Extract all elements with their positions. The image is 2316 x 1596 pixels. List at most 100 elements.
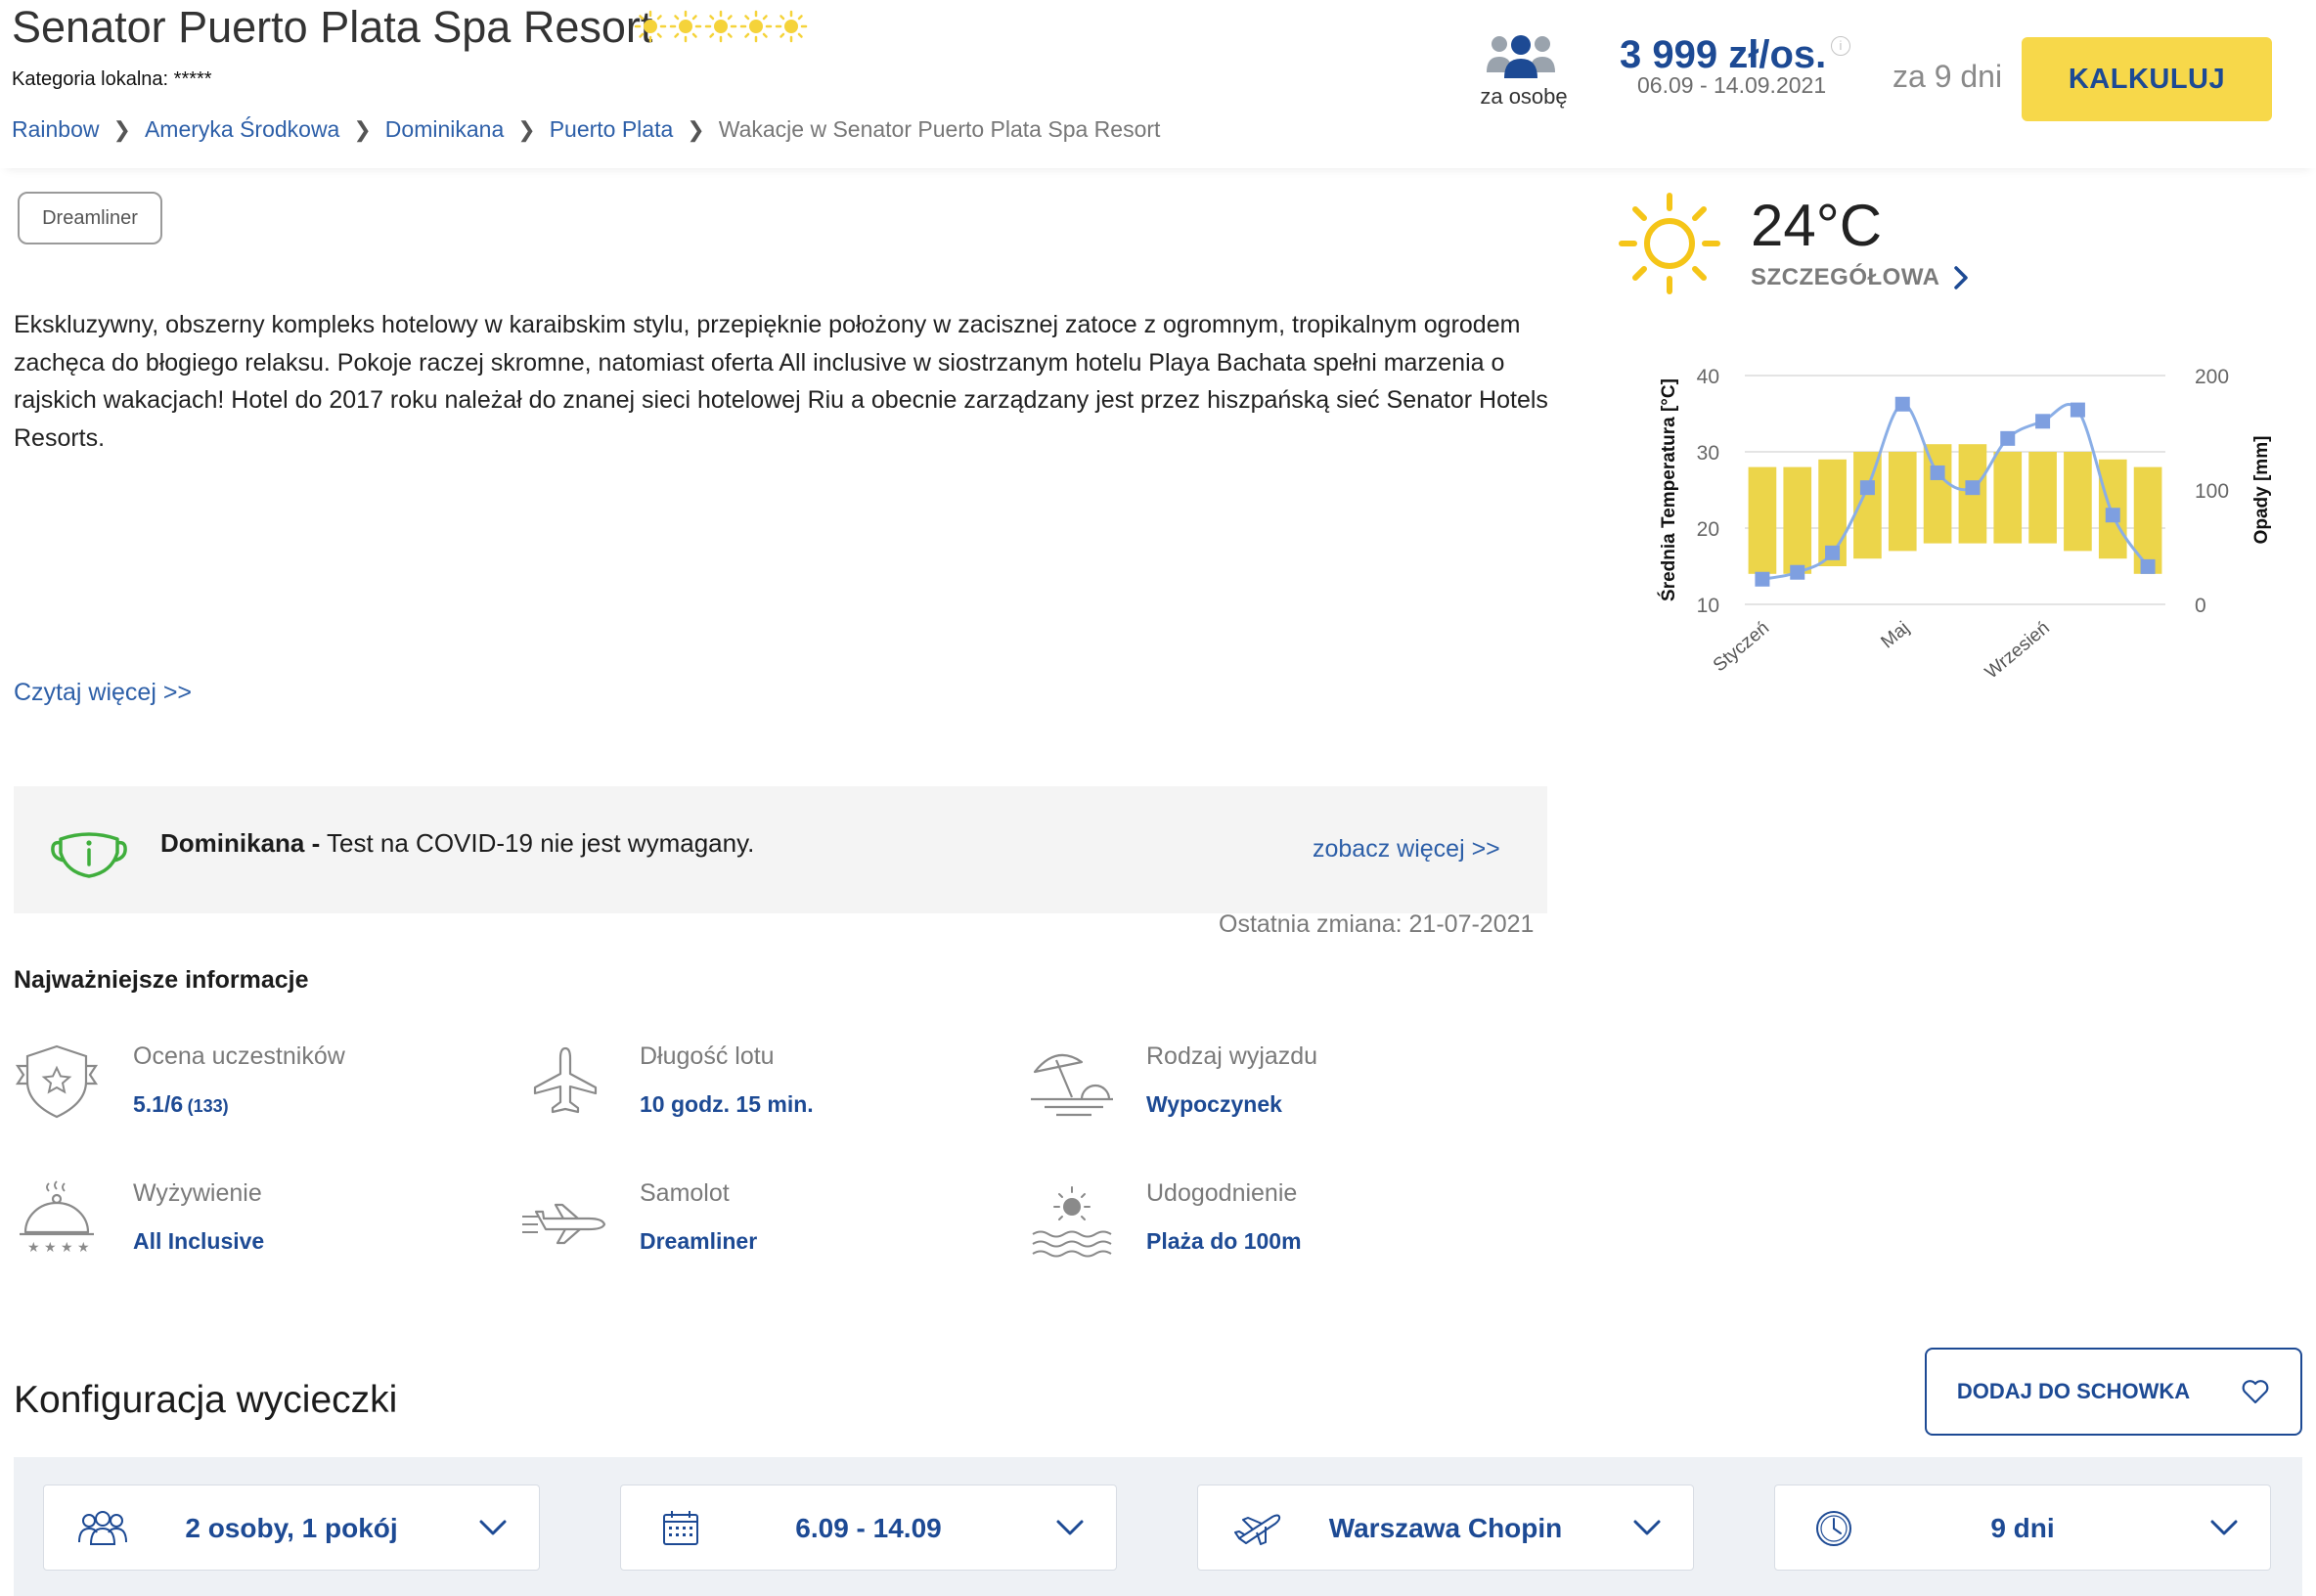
current-temperature: 24°C xyxy=(1751,193,1883,258)
x-tick-label: Wrzesień xyxy=(1982,618,2054,684)
chevron-right-icon: ❯ xyxy=(353,116,372,142)
temperature-bar xyxy=(1993,452,2023,544)
aircraft-label: Samolot xyxy=(640,1179,730,1207)
svg-text:★ ★ ★ ★: ★ ★ ★ ★ xyxy=(27,1240,90,1256)
covid-country: Dominikana - xyxy=(160,828,321,858)
breadcrumb-item[interactable]: Rainbow xyxy=(12,116,100,143)
y-tick-label: 10 xyxy=(1697,595,1719,617)
chevron-down-icon xyxy=(479,1520,507,1535)
dates-value: 6.09 - 14.09 xyxy=(795,1513,942,1543)
chevron-right-icon: ❯ xyxy=(517,116,536,142)
info-trip-type: Rodzaj wyjazdu Wypoczynek xyxy=(1027,1042,1477,1132)
sun-star-icon xyxy=(775,10,808,43)
precipitation-point xyxy=(1859,480,1875,496)
wishlist-label: DODAJ DO SCHOWKA xyxy=(1956,1379,2191,1403)
config-title: Konfiguracja wycieczki xyxy=(14,1379,398,1421)
heart-icon xyxy=(2242,1380,2269,1404)
group-icon xyxy=(78,1511,127,1545)
precipitation-point xyxy=(2035,414,2051,429)
config-bar: 2 osoby, 1 pokój 6.09 - 14.09 Warszawa C… xyxy=(14,1457,2302,1596)
breadcrumb-item[interactable]: Ameryka Środkowa xyxy=(145,116,339,143)
rating-value: 5.1/6 xyxy=(133,1091,184,1117)
chevron-right-icon: ❯ xyxy=(112,116,131,142)
flight-time-label: Długość lotu xyxy=(640,1042,775,1070)
top-header: Senator Puerto Plata Spa Resort Kategori… xyxy=(0,0,2316,168)
precipitation-point xyxy=(1790,564,1805,580)
people-icon xyxy=(1487,35,1555,78)
x-tick-label: Styczeń xyxy=(1710,618,1773,677)
precipitation-point xyxy=(1894,396,1910,412)
per-person-label: za osobę xyxy=(1480,84,1568,109)
y2-axis-label: Opady [mm] xyxy=(2251,436,2272,545)
board-value: All Inclusive xyxy=(133,1228,265,1254)
read-more-link[interactable]: Czytaj więcej >> xyxy=(14,679,192,707)
sun-star-icon xyxy=(669,10,702,43)
hotel-description: Ekskluzywny, obszerny kompleks hotelowy … xyxy=(14,311,1548,452)
breadcrumb-item[interactable]: Puerto Plata xyxy=(550,116,674,143)
weather-details-label: SZCZEGÓŁOWA xyxy=(1751,264,1940,290)
airplane-icon xyxy=(533,1046,598,1114)
travelers-select[interactable]: 2 osoby, 1 pokój xyxy=(43,1485,540,1571)
hotel-title: Senator Puerto Plata Spa Resort xyxy=(12,2,653,52)
sun-sea-icon xyxy=(1032,1186,1112,1258)
x-tick-label: Maj xyxy=(1878,618,1914,653)
board-label: Wyżywienie xyxy=(133,1179,262,1207)
chevron-down-icon xyxy=(1056,1520,1084,1535)
y2-tick-label: 100 xyxy=(2195,480,2229,503)
precipitation-point xyxy=(2140,558,2156,574)
info-flight-time: Długość lotu 10 godz. 15 min. xyxy=(520,1042,970,1132)
duration-value: 9 dni xyxy=(1990,1513,2055,1543)
weather-details-link[interactable]: SZCZEGÓŁOWA xyxy=(1751,264,1970,291)
local-category: Kategoria lokalna: ***** xyxy=(12,68,212,90)
last-change-date: Ostatnia zmiana: 21-07-2021 xyxy=(1219,910,1535,938)
beach-umbrella-icon xyxy=(1031,1053,1113,1117)
dates-select[interactable]: 6.09 - 14.09 xyxy=(620,1485,1117,1571)
rating-label: Ocena uczestników xyxy=(133,1042,345,1070)
shield-star-icon xyxy=(15,1044,99,1119)
temperature-bar xyxy=(2028,452,2057,544)
star-rating xyxy=(634,10,808,43)
breadcrumb-item[interactable]: Dominikana xyxy=(385,116,504,143)
temperature-bar xyxy=(1923,444,1952,544)
duration-select[interactable]: 9 dni xyxy=(1774,1485,2271,1571)
covid-message: Dominikana - Test na COVID-19 nie jest w… xyxy=(160,828,754,859)
departure-value: Warszawa Chopin xyxy=(1328,1513,1563,1543)
calendar-icon xyxy=(663,1511,698,1545)
covid-see-more-link[interactable]: zobacz więcej >> xyxy=(1313,835,1500,864)
precipitation-point xyxy=(2105,508,2120,523)
info-aircraft: Samolot Dreamliner xyxy=(520,1179,970,1269)
info-icon[interactable]: i xyxy=(1831,36,1850,56)
aircraft-tag: Dreamliner xyxy=(18,192,162,244)
precipitation-point xyxy=(1825,545,1841,560)
chevron-down-icon xyxy=(1633,1520,1661,1535)
y-axis-label: Średnia Temperatura [°C] xyxy=(1658,378,1679,601)
trip-type-label: Rodzaj wyjazdu xyxy=(1146,1042,1318,1070)
travelers-value: 2 osoby, 1 pokój xyxy=(185,1513,398,1543)
add-to-wishlist-button[interactable]: DODAJ DO SCHOWKA xyxy=(1925,1348,2302,1436)
duration-label: za 9 dni xyxy=(1893,59,2003,94)
precipitation-point xyxy=(1755,571,1770,587)
precipitation-point xyxy=(1930,465,1945,480)
calculate-button[interactable]: KALKULUJ xyxy=(2022,37,2272,121)
chevron-right-icon xyxy=(1953,266,1968,289)
temperature-bar xyxy=(1783,466,1812,574)
sun-star-icon xyxy=(704,10,737,43)
info-board: ★ ★ ★ ★ Wyżywienie All Inclusive xyxy=(14,1179,464,1269)
price-dates: 06.09 - 14.09.2021 xyxy=(1637,72,1827,98)
departure-select[interactable]: Warszawa Chopin xyxy=(1197,1485,1694,1571)
amenity-value: Plaża do 100m xyxy=(1146,1228,1302,1254)
temperature-bar xyxy=(2133,466,2162,574)
key-info-title: Najważniejsze informacje xyxy=(14,966,309,994)
flight-time-value: 10 godz. 15 min. xyxy=(640,1091,814,1117)
temperature-bar xyxy=(2064,452,2092,552)
y-tick-label: 40 xyxy=(1697,366,1719,388)
food-cloche-icon: ★ ★ ★ ★ xyxy=(20,1180,94,1256)
y2-tick-label: 200 xyxy=(2195,366,2229,388)
covid-text: Test na COVID-19 nie jest wymagany. xyxy=(320,828,755,858)
y-tick-label: 20 xyxy=(1697,518,1719,541)
precipitation-point xyxy=(2000,430,2016,446)
aircraft-value: Dreamliner xyxy=(640,1228,758,1254)
climate-chart: 10 20 30 40 0 100 200 Średnia Temperatura [°C] O… xyxy=(1658,366,2272,684)
sun-icon xyxy=(1619,193,1720,294)
temperature-bar xyxy=(1888,452,1917,552)
